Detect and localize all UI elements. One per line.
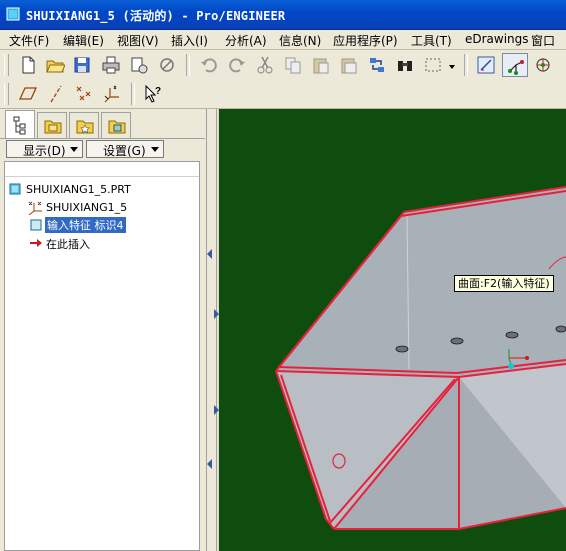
datum-axis-display-icon[interactable]	[502, 53, 528, 77]
chevron-down-icon[interactable]	[449, 65, 455, 69]
csys-icon	[28, 201, 42, 215]
toolbar-grip[interactable]	[4, 54, 9, 76]
undo-icon[interactable]	[199, 55, 219, 75]
menu-file[interactable]: 文件(F)	[9, 32, 49, 49]
menu-info[interactable]: 信息(N)	[279, 32, 321, 49]
menu-insert[interactable]: 插入(I)	[171, 32, 208, 49]
panel-splitter[interactable]	[205, 109, 219, 551]
save-copy-icon[interactable]	[129, 55, 149, 75]
paste-special-icon[interactable]	[339, 55, 359, 75]
toolbar-grip[interactable]	[4, 83, 9, 105]
folder-browser-icon	[44, 120, 62, 134]
toolbar-separator	[131, 83, 135, 105]
menu-view[interactable]: 视图(V)	[117, 32, 159, 49]
tree-header	[5, 162, 199, 177]
chevron-down-icon	[70, 147, 78, 152]
erase-icon[interactable]	[157, 55, 177, 75]
datum-display-icon[interactable]	[476, 55, 496, 75]
menu-applications[interactable]: 应用程序(P)	[333, 32, 398, 49]
cut-icon[interactable]	[255, 55, 275, 75]
menu-tools[interactable]: 工具(T)	[411, 32, 452, 49]
toolbar-separator	[464, 54, 468, 76]
datum-plane-icon[interactable]	[18, 84, 38, 104]
context-help-icon[interactable]: ?	[143, 84, 163, 104]
collapse-left-icon[interactable]	[207, 249, 213, 259]
connections-icon	[108, 120, 126, 134]
graphics-viewport[interactable]	[219, 109, 566, 551]
part-icon	[9, 183, 21, 195]
paste-icon[interactable]	[311, 55, 331, 75]
menu-analysis[interactable]: 分析(A)	[225, 32, 267, 49]
spin-center-icon[interactable]	[533, 55, 553, 75]
pro-engineer-icon	[6, 7, 20, 21]
settings-dropdown-button[interactable]: 设置(G)	[86, 140, 164, 158]
insert-here-arrow-icon	[30, 239, 42, 247]
save-icon[interactable]	[72, 55, 92, 75]
show-button-label: 显示(D)	[23, 144, 66, 158]
title-bar: SHUIXIANG1_5 (活动的) - Pro/ENGINEER	[0, 0, 566, 30]
settings-button-label: 设置(G)	[103, 144, 146, 158]
copy-icon[interactable]	[283, 55, 303, 75]
tree-item-label-selected: 输入特征 标识4	[45, 217, 126, 233]
collapse-left-icon[interactable]	[207, 459, 213, 469]
model-3d-render[interactable]	[219, 109, 566, 551]
surface-tooltip: 曲面:F2(输入特征)	[454, 275, 554, 292]
tree-item-label: SHUIXIANG1_5	[46, 201, 128, 214]
coordinate-system-icon[interactable]	[102, 84, 122, 104]
chevron-down-icon	[151, 147, 159, 152]
tab-divider	[0, 138, 206, 139]
tab-folder-browser[interactable]	[37, 112, 67, 138]
new-file-icon[interactable]	[18, 55, 38, 75]
tab-favorites[interactable]	[69, 112, 99, 138]
menu-edrawings[interactable]: eDrawings	[465, 32, 529, 46]
toolbar-separator	[186, 54, 190, 76]
favorites-icon	[76, 120, 94, 134]
datum-axis-icon[interactable]	[46, 84, 66, 104]
menu-bar: 文件(F) 编辑(E) 视图(V) 插入(I) 分析(A) 信息(N) 应用程序…	[0, 30, 566, 50]
redo-icon[interactable]	[227, 55, 247, 75]
tab-connections[interactable]	[101, 112, 131, 138]
datum-point-icon[interactable]	[74, 84, 94, 104]
show-dropdown-button[interactable]: 显示(D)	[6, 140, 83, 158]
print-icon[interactable]	[101, 55, 121, 75]
menu-window[interactable]: 窗口	[531, 32, 555, 49]
import-feature-icon	[30, 219, 42, 231]
tree-root-label: SHUIXIANG1_5.PRT	[26, 183, 131, 196]
find-binoculars-icon[interactable]	[395, 55, 415, 75]
tree-item-label: 在此插入	[46, 238, 90, 251]
tab-model-tree[interactable]	[5, 110, 35, 139]
datum-toolbar: ?	[0, 80, 566, 109]
open-folder-icon[interactable]	[45, 55, 65, 75]
window-title: SHUIXIANG1_5 (活动的) - Pro/ENGINEER	[26, 9, 286, 23]
svg-text:?: ?	[155, 86, 161, 97]
regenerate-icon[interactable]	[367, 55, 387, 75]
navigator-panel: 显示(D) 设置(G) SHUIXIANG1_5.PRT SHUIXIANG1_…	[0, 109, 206, 551]
main-toolbar	[0, 50, 566, 80]
model-tree-icon	[13, 116, 26, 135]
model-tree[interactable]: SHUIXIANG1_5.PRT SHUIXIANG1_5 输入特征 标识4 在…	[4, 161, 200, 551]
selection-box-icon[interactable]	[423, 55, 443, 75]
menu-edit[interactable]: 编辑(E)	[63, 32, 104, 49]
